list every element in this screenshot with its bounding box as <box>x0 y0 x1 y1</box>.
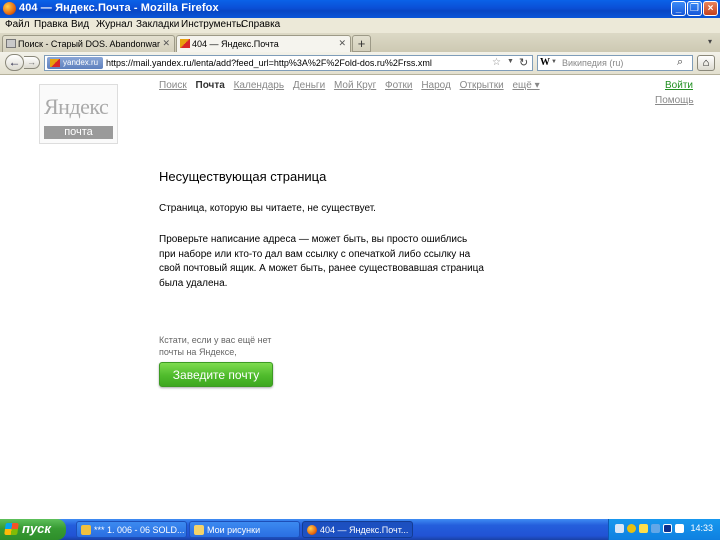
nav-link-cards[interactable]: Открытки <box>460 80 504 91</box>
windows-logo-icon <box>4 523 19 535</box>
navigation-toolbar: ← → yandex.ru https://mail.yandex.ru/len… <box>0 52 720 75</box>
wikipedia-icon[interactable]: W <box>540 57 550 68</box>
dos-favicon <box>6 39 16 48</box>
connection-icon[interactable] <box>651 524 660 533</box>
menu-tools[interactable]: Инструменты <box>181 19 243 30</box>
menu-view[interactable]: Вид <box>71 19 89 30</box>
bookmark-star-icon[interactable]: ☆ <box>492 57 501 68</box>
system-tray: 14:33 <box>608 519 720 540</box>
display-icon[interactable] <box>675 524 684 533</box>
menu-file[interactable]: Файл <box>5 19 30 30</box>
menu-bookmarks[interactable]: Закладки <box>136 19 179 30</box>
tab-yandex-mail[interactable]: 404 — Яндекс.Почта ✕ <box>176 35 351 53</box>
signup-hint: Кстати, если у вас ещё нет почты на Янде… <box>159 335 272 357</box>
tab-bar: Поиск - Старый DOS. Abandonware, ст... ✕… <box>0 33 720 53</box>
program-icon <box>81 525 91 535</box>
home-button[interactable]: ⌂ <box>697 55 715 71</box>
taskbar-item-my-pictures[interactable]: Мои рисунки <box>189 521 300 538</box>
speaker-icon[interactable] <box>639 524 648 533</box>
menu-bar: Файл Правка Вид Журнал Закладки Инструме… <box>0 18 720 33</box>
firefox-icon <box>3 2 16 15</box>
mail-envelope-icon <box>180 39 190 48</box>
start-button[interactable]: пуск <box>0 519 66 540</box>
media-player-icon[interactable] <box>663 524 672 533</box>
yandex-mail-logo[interactable]: Яндекс почта <box>39 84 118 144</box>
error-message: Страница, которую вы читаете, не существ… <box>159 203 376 214</box>
clock: 14:33 <box>690 523 713 533</box>
new-tab-button[interactable]: + <box>352 35 371 52</box>
create-mail-button[interactable]: Заведите почту <box>159 362 273 387</box>
firefox-icon <box>307 525 317 535</box>
menu-edit[interactable]: Правка <box>34 19 68 30</box>
menu-history[interactable]: Журнал <box>96 19 133 30</box>
search-input[interactable]: Википедия (ru) <box>562 58 623 68</box>
window-title-bar[interactable]: 404 — Яндекс.Почта - Mozilla Firefox _ ❐… <box>0 0 720 18</box>
back-button[interactable]: ← <box>5 54 24 71</box>
error-explanation: Проверьте написание адреса — может быть,… <box>159 234 484 289</box>
menu-help[interactable]: Справка <box>241 19 280 30</box>
nav-link-narod[interactable]: Народ <box>421 80 451 91</box>
nav-link-money[interactable]: Деньги <box>293 80 325 91</box>
minimize-button[interactable]: _ <box>671 1 686 16</box>
search-icon[interactable]: ⌕ <box>677 56 683 69</box>
taskbar: пуск *** 1. 006 - 06 SOLD... Мои рисунки… <box>0 519 720 540</box>
antivirus-icon[interactable] <box>627 524 636 533</box>
taskbar-item-firefox[interactable]: 404 — Яндекс.Почт... <box>302 521 413 538</box>
nav-link-more[interactable]: ещё ▾ <box>512 80 539 91</box>
help-link[interactable]: Помощь <box>655 95 694 106</box>
url-dropdown-icon[interactable]: ▼ <box>507 58 514 65</box>
nav-link-calendar[interactable]: Календарь <box>234 80 284 91</box>
taskbar-item-sold[interactable]: *** 1. 006 - 06 SOLD... <box>76 521 187 538</box>
close-window-button[interactable]: × <box>703 1 718 16</box>
site-identity-badge[interactable]: yandex.ru <box>47 57 103 69</box>
maximize-button[interactable]: ❐ <box>687 1 702 16</box>
tab-list-icon[interactable]: ▾ <box>708 37 712 46</box>
tab-close-icon[interactable]: ✕ <box>338 38 346 49</box>
nav-link-mail[interactable]: Почта <box>196 80 225 91</box>
tab-abandonware[interactable]: Поиск - Старый DOS. Abandonware, ст... ✕ <box>2 35 175 52</box>
folder-icon <box>194 525 204 535</box>
url-text[interactable]: https://mail.yandex.ru/lenta/add?feed_ur… <box>106 58 432 68</box>
search-engine-dropdown-icon[interactable]: ▼ <box>551 59 557 65</box>
login-link[interactable]: Войти <box>665 80 693 91</box>
tab-close-icon[interactable]: ✕ <box>162 38 170 49</box>
page-title: Несуществующая страница <box>159 169 327 184</box>
service-nav: Поиск Почта Календарь Деньги Мой Круг Фо… <box>159 80 546 91</box>
window-title: 404 — Яндекс.Почта - Mozilla Firefox <box>19 2 219 14</box>
network-icon[interactable] <box>615 524 624 533</box>
reload-icon[interactable]: ↻ <box>519 56 528 69</box>
forward-button[interactable]: → <box>24 56 40 69</box>
url-bar[interactable]: yandex.ru https://mail.yandex.ru/lenta/a… <box>44 55 533 71</box>
mail-envelope-icon <box>50 59 60 67</box>
nav-link-photos[interactable]: Фотки <box>385 80 413 91</box>
search-bar[interactable]: W ▼ Википедия (ru) ⌕ <box>537 55 693 71</box>
nav-link-search[interactable]: Поиск <box>159 80 187 91</box>
nav-link-moikrug[interactable]: Мой Круг <box>334 80 376 91</box>
